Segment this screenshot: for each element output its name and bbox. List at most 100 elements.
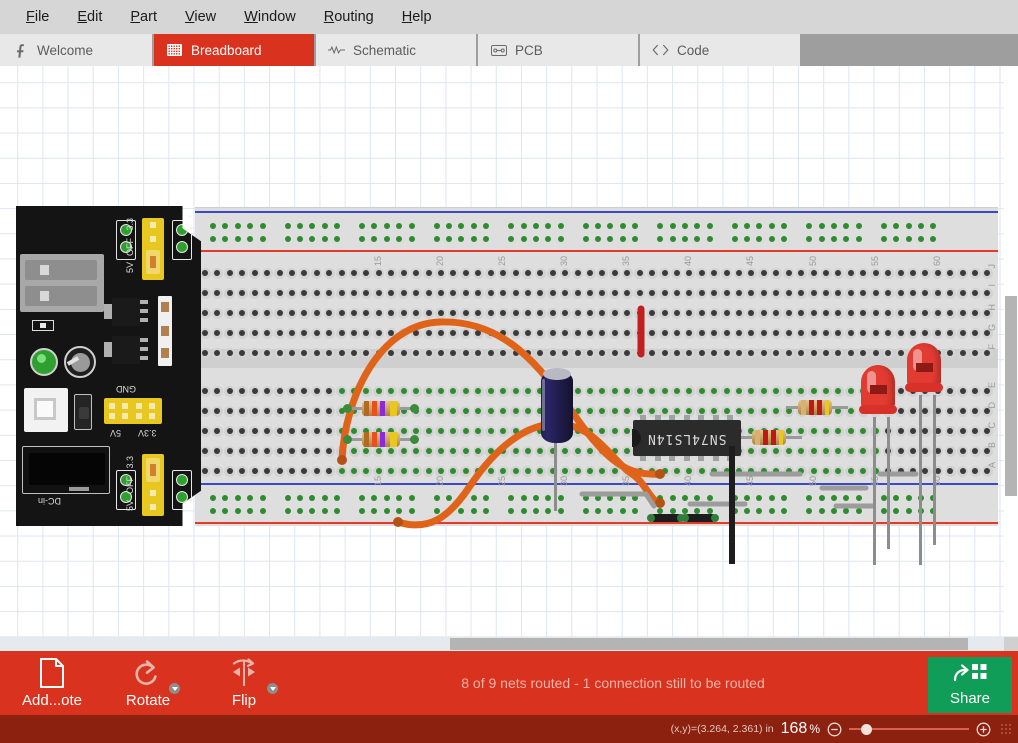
view-tab-bar: Welcome Breadboard Schematic PCB Code <box>0 34 1018 66</box>
ic-pin[interactable] <box>640 456 646 461</box>
horizontal-scrollbar-thumb[interactable] <box>450 638 968 650</box>
led2-leg-a <box>919 395 922 565</box>
ic-pin[interactable] <box>654 456 661 461</box>
tab-schematic[interactable]: Schematic <box>316 34 476 66</box>
ic-pin[interactable] <box>712 456 719 461</box>
horizontal-scrollbar[interactable] <box>0 637 1004 651</box>
label-off-bottom: OFF <box>125 476 135 494</box>
resistor-3[interactable] <box>786 400 848 415</box>
share-grid-icon <box>953 663 987 688</box>
resistor-2[interactable] <box>343 432 419 447</box>
menu-view[interactable]: View <box>171 5 230 30</box>
ic-pin1-notch <box>632 429 641 447</box>
module-potentiometer[interactable] <box>64 346 96 378</box>
voltage-regulator-1 <box>104 298 148 326</box>
label-3v3-top: 3.3 <box>125 218 135 231</box>
scrollbar-corner <box>1004 637 1018 651</box>
zoom-value: 168 <box>780 720 808 737</box>
gnd-header[interactable] <box>104 398 162 424</box>
vertical-scrollbar-thumb[interactable] <box>1005 296 1017 496</box>
module-black-cap <box>74 394 92 430</box>
voltage-jumper-bottom[interactable] <box>142 454 164 516</box>
breadboard-canvas[interactable]: 1515202025253030353540404545505055556060… <box>0 66 1018 651</box>
module-switch[interactable] <box>24 388 68 432</box>
tab-pcb-label: PCB <box>515 42 543 58</box>
rotate-ccw-icon <box>132 658 164 688</box>
wire-end-a <box>337 455 347 465</box>
ic-pin[interactable] <box>669 456 675 461</box>
fritzing-f-icon <box>12 43 29 58</box>
module-power-led <box>30 348 58 376</box>
usb-connector <box>20 254 104 312</box>
zoom-slider-thumb[interactable] <box>861 723 872 735</box>
module-small-chip <box>32 320 54 331</box>
ic-pin[interactable] <box>654 415 661 420</box>
ic-pin[interactable] <box>698 456 704 461</box>
tab-pcb[interactable]: PCB <box>478 34 638 66</box>
ic-pin[interactable] <box>712 415 719 420</box>
voltage-regulator-2 <box>104 336 148 364</box>
jumper-black-1[interactable] <box>647 514 685 522</box>
led2-die <box>916 363 933 372</box>
vertical-scrollbar[interactable] <box>1004 66 1018 635</box>
ic-pin[interactable] <box>669 415 675 420</box>
resistor-array-module <box>158 296 172 366</box>
ic-pin[interactable] <box>640 415 646 420</box>
label-3v3-rail: 3.3V <box>138 428 157 438</box>
menu-routing[interactable]: Routing <box>310 5 388 30</box>
menu-window[interactable]: Window <box>230 5 310 30</box>
flip-button[interactable]: Flip <box>200 651 288 715</box>
menu-help[interactable]: Help <box>388 5 446 30</box>
tab-breadboard[interactable]: Breadboard <box>154 34 314 66</box>
tab-schematic-label: Schematic <box>353 42 417 58</box>
label-5v-top: 5V <box>125 262 135 274</box>
label-5v-rail: 5V <box>110 428 122 438</box>
note-page-icon <box>39 657 65 688</box>
capacitor-body <box>541 371 573 443</box>
label-5v-bottom: 5V <box>125 500 135 512</box>
led2-flange <box>905 383 943 392</box>
angle-brackets-icon <box>652 43 669 58</box>
zoom-slider[interactable] <box>849 722 969 736</box>
share-label: Share <box>949 690 991 707</box>
ic-pin[interactable] <box>727 415 733 420</box>
cursor-coordinates: (x,y)=(3.264, 2.361) in <box>670 723 774 735</box>
jumper-black-2[interactable] <box>681 514 719 522</box>
resistor-4[interactable] <box>740 430 802 445</box>
tab-code[interactable]: Code <box>640 34 800 66</box>
menu-file[interactable]: File <box>12 5 63 30</box>
share-button[interactable]: Share <box>928 657 1012 713</box>
tab-code-label: Code <box>677 42 710 58</box>
bottom-toolbar: Add...ote Rotate Flip 8 of 9 nets routed… <box>0 651 1018 715</box>
rotate-button[interactable]: Rotate <box>104 651 192 715</box>
voltage-jumper-top[interactable] <box>142 218 164 280</box>
flip-dropdown-arrow[interactable] <box>267 683 278 694</box>
flip-horizontal-icon <box>228 657 260 688</box>
flip-label: Flip <box>231 691 257 709</box>
menu-part[interactable]: Part <box>116 5 171 30</box>
led1-die <box>870 385 887 394</box>
zoom-in-icon[interactable] <box>976 722 991 737</box>
add-note-label: Add...ote <box>21 691 83 709</box>
rotate-dropdown-arrow[interactable] <box>169 683 180 694</box>
tab-welcome[interactable]: Welcome <box>0 34 152 66</box>
zoom-level: 168% <box>781 720 820 738</box>
breadboard-power-supply-module[interactable]: 3.3 OFF 5V GND 5V 3.3V DC-in 3.3 OFF 5V <box>16 206 201 526</box>
wire-gray-3[interactable] <box>579 491 657 509</box>
resistor-1[interactable] <box>343 401 419 416</box>
led2-leg-b <box>933 395 936 545</box>
add-note-button[interactable]: Add...ote <box>8 651 96 715</box>
wire-orange-mid[interactable] <box>394 420 664 529</box>
status-bar: (x,y)=(3.264, 2.361) in 168% <box>0 715 1018 743</box>
wire-black-vertical[interactable] <box>729 446 735 564</box>
zoom-unit: % <box>809 722 820 736</box>
ic-pin[interactable] <box>683 456 690 461</box>
menu-edit[interactable]: Edit <box>63 5 116 30</box>
ic-pin[interactable] <box>683 415 690 420</box>
fritzing-window: File Edit Part View Window Routing Help … <box>0 0 1018 743</box>
zoom-out-icon[interactable] <box>827 722 842 737</box>
rotate-label: Rotate <box>125 691 171 709</box>
resize-grip[interactable] <box>1000 723 1012 735</box>
ic-pin[interactable] <box>698 415 704 420</box>
hex-schmitt-inverter-ic[interactable]: SN74LS14N <box>632 415 741 461</box>
